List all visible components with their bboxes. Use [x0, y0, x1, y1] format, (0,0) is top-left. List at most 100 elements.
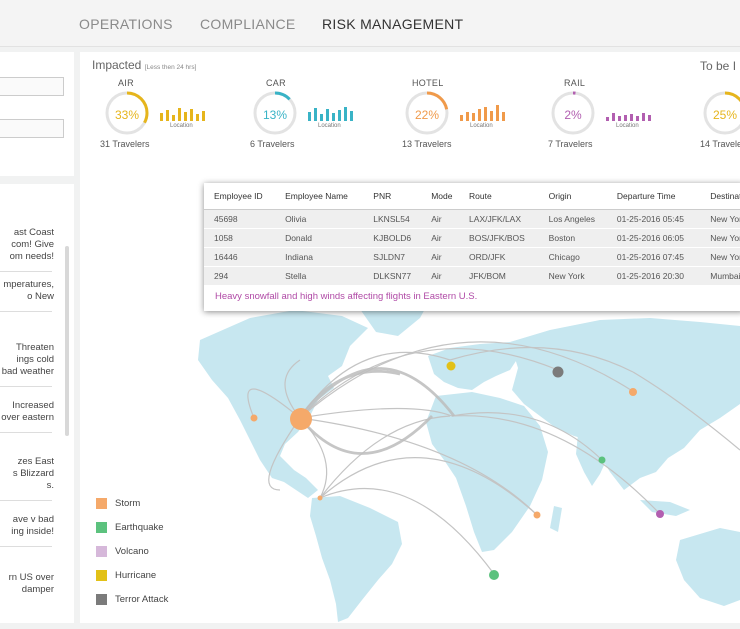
news-item[interactable]: Increased over eastern [0, 400, 54, 424]
stat-travelers: 31 Travelers [100, 139, 150, 149]
stat-percent: 25% [712, 108, 738, 122]
impacted-travelers-popup: Employee ID Employee Name PNR Mode Route Orig… [204, 183, 740, 311]
tab-operations[interactable]: OPERATIONS [79, 16, 173, 32]
legend-label: Hurricane [115, 570, 157, 581]
table-row[interactable]: 1058 Donald KJBOLD6 Air BOS/JFK/BOS Boston 01-… [204, 228, 740, 248]
table-cell: 01-25-2016 07:45 [606, 247, 701, 267]
table-row[interactable]: 16446 Indiana SJLDN7 Air ORD/JFK Chicago 01-25… [204, 247, 740, 267]
legend-swatch [96, 546, 107, 557]
legend-label: Earthquake [115, 522, 164, 533]
table-cell: ORD/JFK [459, 247, 539, 267]
news-line: rn US over [8, 572, 54, 583]
location-bar [630, 114, 633, 121]
filter-field[interactable] [0, 77, 64, 96]
news-scrollbar[interactable] [65, 246, 69, 436]
table-cell: 01-25-2016 20:30 [606, 266, 701, 286]
location-bar [344, 107, 347, 121]
impact-stat-air[interactable]: AIR 33% 31 Travelers Location [100, 78, 234, 158]
news-line: damper [21, 584, 54, 595]
news-item[interactable]: ast Coast com! Give om needs! [0, 227, 54, 263]
impact-panel: Impacted [Less then 24 hrs] To be I AIR 3… [80, 52, 740, 623]
map-land-south-america [310, 496, 402, 622]
location-bar [202, 111, 205, 121]
location-bar [490, 111, 493, 121]
tab-risk-management[interactable]: RISK MANAGEMENT [322, 16, 463, 32]
impacted-title: Impacted [92, 58, 142, 72]
stat-percent: 2% [564, 108, 582, 122]
legend-item-storm[interactable]: Storm [96, 498, 206, 512]
tab-compliance[interactable]: COMPLIANCE [200, 16, 296, 32]
news-line: over eastern [1, 412, 54, 423]
filter-panel [0, 52, 74, 176]
legend-label: Terror Attack [115, 594, 169, 605]
column-header[interactable]: Origin [538, 183, 607, 210]
location-bar [172, 115, 175, 121]
news-item[interactable]: rn US over damper [0, 572, 54, 596]
column-header[interactable]: Mode [421, 183, 460, 210]
table-cell: LAX/JFK/LAX [459, 209, 539, 229]
column-header[interactable]: Employee Name [275, 183, 364, 210]
location-bar-chart [160, 108, 205, 121]
table-cell: 01-25-2016 06:05 [606, 228, 701, 248]
stat-label: RAIL [564, 78, 586, 88]
storm-marker [629, 388, 637, 396]
stat-percent: 22% [414, 108, 440, 122]
terror-attack-marker [552, 366, 564, 378]
location-bar [160, 113, 163, 121]
location-bar [618, 116, 621, 121]
location-bar [308, 112, 311, 121]
table-cell: Stella [275, 266, 364, 286]
location-bar [314, 108, 317, 121]
impact-stat-hotel[interactable]: HOTEL 22% 13 Travelers Location [402, 78, 534, 158]
table-cell: 294 [204, 266, 276, 286]
location-bar [166, 110, 169, 121]
column-header[interactable]: Employee ID [204, 183, 276, 210]
news-item[interactable]: Threaten ings cold bad weather [0, 342, 54, 378]
table-cell: Olivia [275, 209, 364, 229]
location-bar [484, 107, 487, 121]
location-bar [478, 109, 481, 121]
top-nav: OPERATIONS COMPLIANCE RISK MANAGEMENT [0, 0, 740, 47]
storm-marker [533, 511, 541, 519]
legend-item-hurricane[interactable]: Hurricane [96, 570, 206, 584]
legend-item-terror-attack[interactable]: Terror Attack [96, 594, 206, 608]
table-cell: Indiana [275, 247, 364, 267]
legend-item-volcano[interactable]: Volcano [96, 546, 206, 560]
earthquake-marker [489, 570, 499, 580]
impact-stat-car[interactable]: CAR 13% 6 Travelers Location [250, 78, 382, 158]
news-item[interactable]: zes East s Blizzard s. [0, 456, 54, 492]
news-divider [0, 386, 52, 387]
stat-travelers: 6 Travelers [250, 139, 295, 149]
table-cell: New York [700, 228, 740, 248]
impact-stat-rail[interactable]: RAIL 2% 7 Travelers Location [548, 78, 680, 158]
table-cell: KJBOLD6 [363, 228, 422, 248]
location-bar [178, 108, 181, 121]
column-header[interactable]: Departure Time [606, 183, 701, 210]
table-row[interactable]: 45698 Olivia LKNSL54 Air LAX/JFK/LAX Los Ange… [204, 209, 740, 229]
location-bar [190, 109, 193, 121]
stat-percent: 33% [114, 108, 140, 122]
location-bar [612, 113, 615, 121]
table-cell: 01-25-2016 05:45 [606, 209, 701, 229]
filter-field[interactable] [0, 119, 64, 138]
stat-location-label: Location [318, 123, 341, 129]
impact-stat-next[interactable]: 25% 14 Travelers [700, 78, 740, 158]
legend-item-earthquake[interactable]: Earthquake [96, 522, 206, 536]
stat-travelers: 14 Travelers [700, 139, 740, 149]
location-bar [624, 115, 627, 121]
column-header[interactable]: Route [459, 183, 539, 210]
stat-label: CAR [266, 78, 286, 88]
stat-travelers: 7 Travelers [548, 139, 593, 149]
news-line: com! Give [11, 239, 54, 250]
news-line: om needs! [9, 251, 54, 262]
alert-message: Heavy snowfall and high winds affecting … [215, 291, 478, 302]
table-row[interactable]: 294 Stella DLKSN77 Air JFK/BOM New York 01-25-… [204, 266, 740, 286]
table-cell: 45698 [204, 209, 276, 229]
news-item[interactable]: ave v bad ing inside! [0, 514, 54, 538]
column-header[interactable]: PNR [363, 183, 422, 210]
column-header[interactable]: Destination [700, 183, 740, 210]
news-item[interactable]: mperatures, o New [0, 279, 54, 303]
table-cell: BOS/JFK/BOS [459, 228, 539, 248]
location-bar-chart [460, 105, 505, 121]
stat-travelers: 13 Travelers [402, 139, 452, 149]
